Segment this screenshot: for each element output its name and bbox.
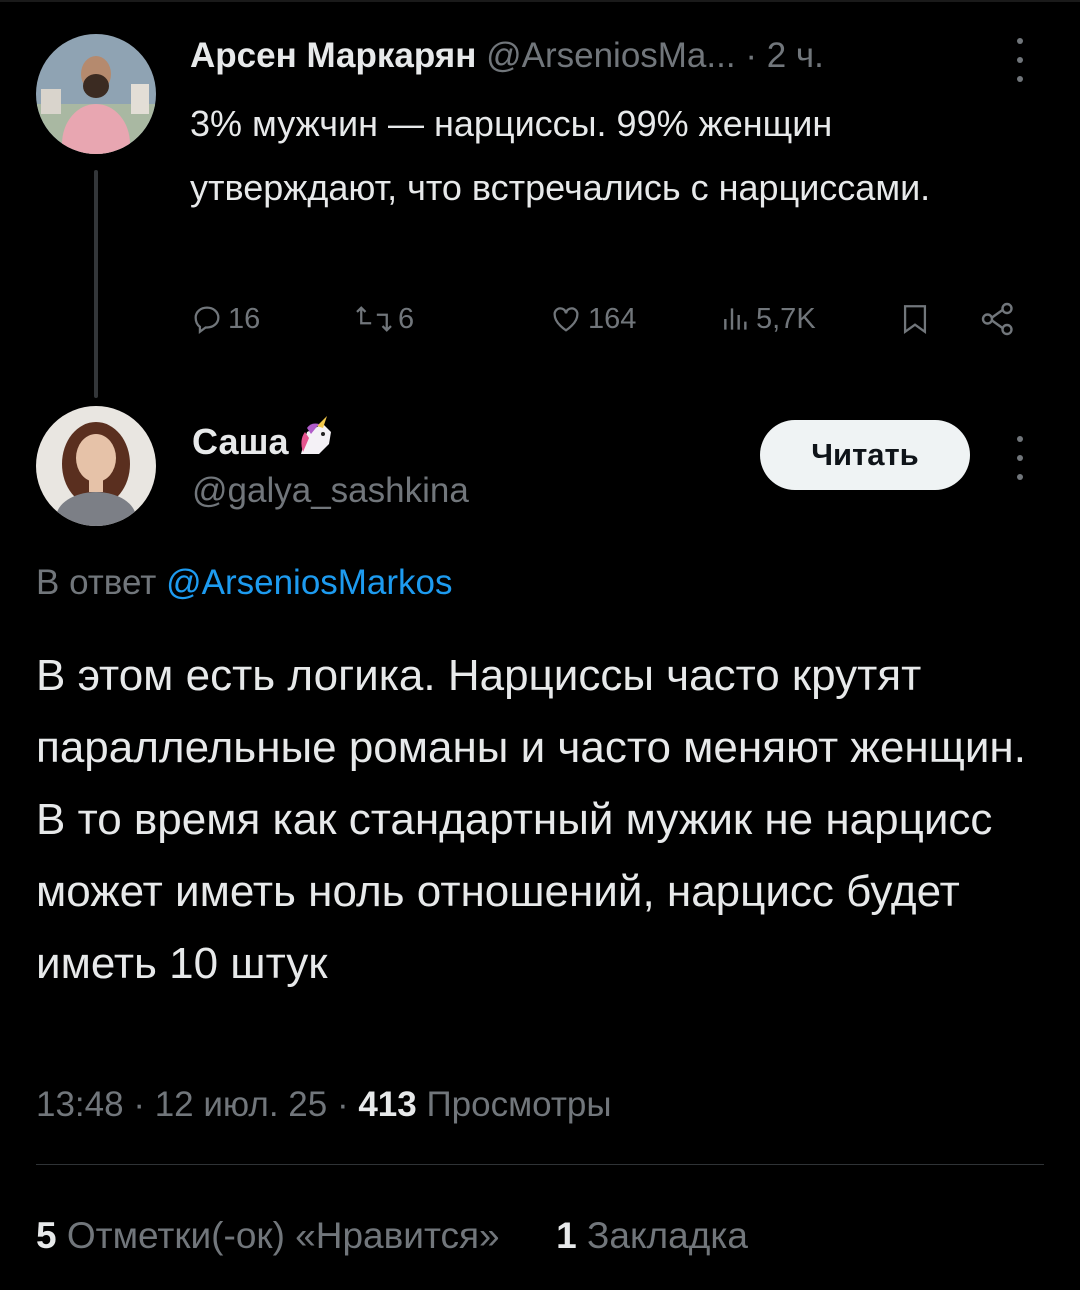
reply-icon (190, 302, 224, 336)
top-divider (0, 0, 1080, 2)
like-icon (548, 302, 584, 336)
bookmark-icon (898, 300, 932, 338)
parent-tweet-actions: 16 6 164 5,7K (190, 296, 1030, 342)
likes-stat-count: 5 (36, 1215, 57, 1256)
reply-prefix: В ответ (36, 563, 157, 602)
reply-context: В ответ @ArseniosMarkos (36, 560, 453, 606)
reply-tweet-text: В этом есть логика. Нарциссы часто крутя… (36, 651, 1026, 988)
share-icon (980, 301, 1016, 337)
parent-tweet-header: Арсен Маркарян @ArseniosMa... · 2 ч. (190, 34, 824, 78)
likes-stat-label: Отметки(-ок) «Нравится» (66, 1215, 500, 1256)
reply-author-name[interactable]: Саша (192, 419, 289, 465)
parent-author-avatar[interactable] (36, 34, 156, 154)
tweet-meta: 13:48 · 12 июл. 25 · 413 Просмотры (36, 1085, 612, 1124)
more-icon[interactable] (1008, 436, 1032, 480)
bookmark-button[interactable] (898, 296, 932, 342)
bookmarks-stat-count: 1 (556, 1215, 577, 1256)
parent-author-handle[interactable]: @ArseniosMa... (486, 36, 736, 75)
like-count: 164 (588, 302, 637, 335)
reply-author-avatar[interactable] (36, 406, 156, 526)
reply-button[interactable]: 16 (190, 296, 260, 342)
share-button[interactable] (980, 296, 1016, 342)
reply-count: 16 (228, 302, 261, 335)
like-button[interactable]: 164 (548, 296, 636, 342)
parent-tweet-time[interactable]: 2 ч. (767, 36, 824, 75)
parent-tweet-text: 3% мужчин — нарциссы. 99% женщин утвержд… (190, 103, 931, 208)
likes-stat-link[interactable]: 5 Отметки(-ок) «Нравится» (36, 1215, 510, 1256)
parent-author-name[interactable]: Арсен Маркарян (190, 36, 476, 75)
more-icon[interactable] (1008, 38, 1032, 82)
retweet-count: 6 (398, 302, 415, 335)
reply-author-name-row: Саша (192, 414, 337, 469)
bookmarks-stat-label: Закладка (587, 1215, 748, 1256)
views-label: Просмотры (426, 1085, 612, 1124)
unicorn-icon (293, 414, 337, 469)
tweet-time[interactable]: 13:48 (36, 1085, 124, 1124)
views-count-number: 413 (358, 1085, 417, 1124)
header-separator: · (745, 36, 757, 75)
bookmarks-stat-link[interactable]: 1 Закладка (556, 1215, 748, 1256)
follow-button[interactable]: Читать (760, 420, 970, 490)
reply-author-handle[interactable]: @galya_sashkina (192, 468, 469, 514)
views-count: 5,7K (756, 302, 816, 335)
views-icon (720, 302, 752, 336)
engagement-stats: 5 Отметки(-ок) «Нравится» 1 Закладка (36, 1212, 748, 1260)
retweet-button[interactable]: 6 (354, 296, 414, 342)
views-button[interactable]: 5,7K (720, 296, 816, 342)
reply-to-mention-link[interactable]: @ArseniosMarkos (166, 563, 452, 602)
tweet-date[interactable]: 12 июл. 25 (155, 1085, 328, 1124)
thread-connector-line (94, 170, 98, 398)
retweet-icon (354, 302, 394, 336)
stats-divider (36, 1164, 1044, 1165)
